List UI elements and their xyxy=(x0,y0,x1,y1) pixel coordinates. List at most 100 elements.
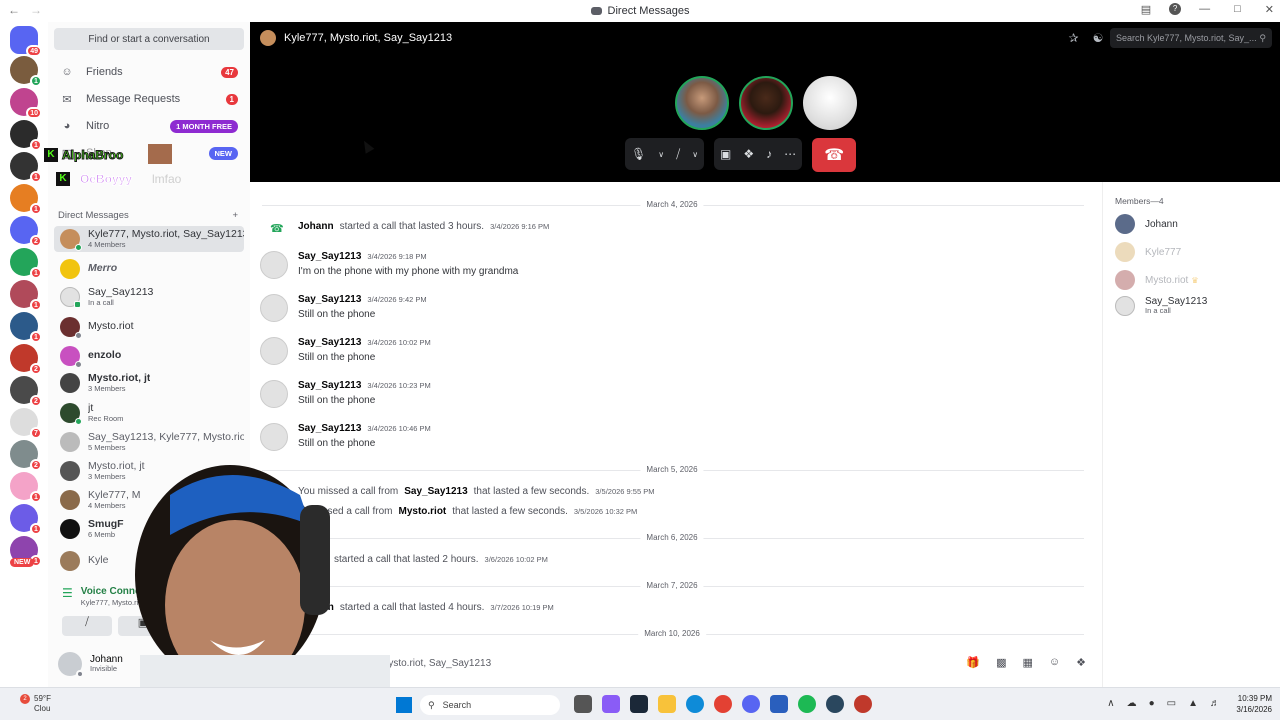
spotify-icon[interactable] xyxy=(798,695,816,713)
gift-icon[interactable]: 🎁 xyxy=(966,656,980,669)
member-item[interactable]: Mysto.riot ♛ xyxy=(1115,270,1199,290)
app-icon[interactable] xyxy=(854,695,872,713)
participant-tile[interactable] xyxy=(675,76,729,130)
clock[interactable]: 10:39 PM 3/16/2026 xyxy=(1236,693,1272,715)
chevron-down-icon[interactable]: ∨ xyxy=(692,150,698,159)
camera-off-icon[interactable]: ⧸ xyxy=(676,147,680,162)
dm-item[interactable]: Say_Say1213, Kyle777, Mysto.rio... 5 Memb… xyxy=(54,429,244,455)
avatar xyxy=(60,461,80,481)
server-icon[interactable]: 2 xyxy=(10,376,42,407)
emoji-icon[interactable]: ☺ xyxy=(1049,656,1060,669)
steam-icon[interactable] xyxy=(826,695,844,713)
server-icon[interactable]: 1 xyxy=(10,472,42,503)
server-icon[interactable]: 1 xyxy=(10,312,42,343)
participant-tile[interactable] xyxy=(739,76,793,130)
avatar[interactable] xyxy=(260,251,288,279)
server-icon[interactable]: 7 xyxy=(10,408,42,439)
sticker-icon[interactable]: ▦ xyxy=(1022,656,1032,669)
message-author[interactable]: Say_Say1213 xyxy=(298,251,361,262)
message-author[interactable]: Say_Say1213 xyxy=(298,423,361,434)
chevron-up-icon[interactable]: ∧ xyxy=(1107,698,1114,709)
avatar[interactable] xyxy=(260,380,288,408)
dm-item[interactable]: Mysto.riot, jt 3 Members xyxy=(54,370,244,396)
display-icon[interactable]: ▭ xyxy=(1167,698,1176,709)
webcam-overlay xyxy=(100,455,390,720)
sidebar-item-nitro[interactable]: ◕ Nitro 1 MONTH FREE xyxy=(54,114,244,138)
missed-call-user[interactable]: Say_Say1213 xyxy=(404,486,467,497)
screen-share-icon[interactable]: ▣ xyxy=(720,147,731,161)
taskbar-search[interactable]: ⚲ Search xyxy=(420,695,560,715)
missed-call-user[interactable]: Mysto.riot xyxy=(398,506,446,517)
message: Say_Say1213 3/4/2026 10:02 PM Still on th… xyxy=(260,337,431,365)
member-item[interactable]: Kyle777 xyxy=(1115,242,1181,262)
volume-icon[interactable]: ♬ xyxy=(1210,698,1220,709)
avatar[interactable] xyxy=(260,337,288,365)
hang-up-button[interactable]: ☎ xyxy=(812,138,857,172)
microphone-icon[interactable]: ● xyxy=(1149,698,1155,709)
microphone-icon[interactable]: 🎙 xyxy=(631,147,646,161)
server-icon[interactable]: 1 xyxy=(10,248,42,279)
add-dm-icon[interactable]: + xyxy=(232,210,238,221)
gif-icon[interactable]: ▩ xyxy=(996,656,1006,669)
server-icon[interactable]: 1 xyxy=(10,504,42,535)
add-friends-icon[interactable]: ☯ xyxy=(1093,31,1104,45)
chevron-down-icon[interactable]: ∨ xyxy=(658,150,664,159)
chrome-icon[interactable] xyxy=(714,695,732,713)
help-icon[interactable]: ? xyxy=(1169,3,1182,15)
avatar[interactable] xyxy=(260,423,288,451)
member-item[interactable]: Say_Say1213 In a call xyxy=(1115,296,1207,316)
message-author[interactable]: Say_Say1213 xyxy=(298,380,361,391)
participant-tile[interactable] xyxy=(803,76,857,130)
timestamp: 3/6/2026 10:02 PM xyxy=(484,555,548,564)
server-icon[interactable]: 10 xyxy=(10,88,42,119)
dm-item[interactable]: Say_Say1213 In a call xyxy=(54,284,244,310)
server-icon[interactable]: 2 xyxy=(10,344,42,375)
dm-item[interactable]: enzolo xyxy=(54,343,244,369)
sidebar-item-message-requests[interactable]: ✉ Message Requests 1 xyxy=(54,87,244,111)
avatar[interactable] xyxy=(260,294,288,322)
sidebar-item-friends[interactable]: ☺ Friends 47 xyxy=(54,60,244,84)
find-conversation-button[interactable]: Find or start a conversation xyxy=(54,28,244,50)
server-icon[interactable]: 1 xyxy=(10,120,42,151)
windows-start-icon[interactable] xyxy=(396,697,412,713)
server-icon[interactable]: 1 xyxy=(10,56,42,87)
forward-arrow-icon[interactable]: → xyxy=(30,3,42,17)
member-list: Members—4 Johann Kyle777 Mysto.riot ♛ Sa… xyxy=(1102,182,1280,687)
dm-item[interactable]: Merro xyxy=(54,256,244,282)
dm-item[interactable]: jt Rec Room xyxy=(54,400,244,426)
search-input[interactable]: Search Kyle777, Mysto.riot, Say_... ⚲ xyxy=(1110,28,1272,48)
message-author[interactable]: Say_Say1213 xyxy=(298,294,361,305)
wifi-icon[interactable]: ▲ xyxy=(1188,698,1198,709)
dm-name: Mysto.riot xyxy=(88,321,134,333)
activities-icon[interactable]: ❖ xyxy=(743,147,754,161)
message-author[interactable]: Say_Say1213 xyxy=(298,337,361,348)
soundboard-icon[interactable]: ♪ xyxy=(766,147,772,161)
inbox-icon[interactable]: ▤ xyxy=(1141,3,1151,16)
server-icon[interactable]: 1 xyxy=(10,152,42,183)
discord-home-icon[interactable]: 49 xyxy=(10,26,42,57)
pin-icon[interactable]: ✰ xyxy=(1069,31,1079,45)
copilot-icon[interactable] xyxy=(602,695,620,713)
network-icon[interactable]: ☁ xyxy=(1127,698,1137,709)
more-icon[interactable]: ⋯ xyxy=(784,147,796,161)
store-icon[interactable] xyxy=(770,695,788,713)
back-arrow-icon[interactable]: ← xyxy=(8,3,20,17)
close-icon[interactable]: ✕ xyxy=(1265,3,1274,16)
nitro-promo-pill: 1 MONTH FREE xyxy=(170,119,238,133)
server-icon[interactable]: 1 xyxy=(10,280,42,311)
server-icon[interactable]: 2 xyxy=(10,440,42,471)
folder-icon[interactable] xyxy=(658,695,676,713)
edge-icon[interactable] xyxy=(686,695,704,713)
apps-icon[interactable]: ❖ xyxy=(1076,656,1086,669)
server-icon[interactable]: 1 xyxy=(10,184,42,215)
weather-widget[interactable]: 59°F Clou xyxy=(34,694,51,713)
dm-item[interactable]: Mysto.riot xyxy=(54,314,244,340)
minimize-icon[interactable]: — xyxy=(1199,3,1210,16)
file-manager-icon[interactable] xyxy=(574,695,592,713)
server-icon[interactable]: 2 xyxy=(10,216,42,247)
steam-icon[interactable] xyxy=(630,695,648,713)
maximize-icon[interactable]: □ xyxy=(1234,3,1241,16)
member-item[interactable]: Johann xyxy=(1115,214,1178,234)
discord-icon[interactable] xyxy=(742,695,760,713)
dm-item[interactable]: Kyle777, Mysto.riot, Say_Say1213 4 Member… xyxy=(54,226,244,252)
